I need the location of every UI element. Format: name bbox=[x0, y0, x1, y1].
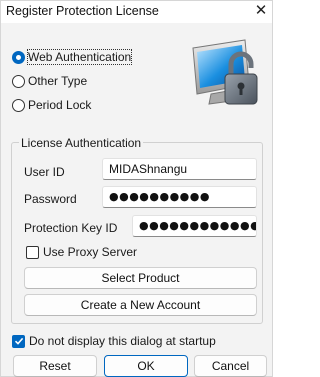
create-account-button[interactable]: Create a New Account bbox=[24, 294, 257, 316]
checkmark-icon bbox=[14, 337, 23, 345]
protection-key-label: Protection Key ID bbox=[24, 221, 118, 235]
radio-button[interactable] bbox=[12, 98, 25, 112]
radio-web-authentication[interactable]: Web Authentication bbox=[12, 49, 133, 65]
title-bar: Register Protection License ✕ bbox=[1, 1, 272, 23]
radio-label-period-lock: Period Lock bbox=[28, 98, 92, 112]
checkbox-box-checked[interactable] bbox=[12, 334, 25, 348]
close-button[interactable]: ✕ bbox=[252, 2, 270, 20]
do-not-display-label: Do not display this dialog at startup bbox=[29, 334, 216, 348]
password-label: Password bbox=[24, 192, 77, 206]
radio-button-checked[interactable] bbox=[12, 50, 25, 64]
cancel-button[interactable]: Cancel bbox=[194, 355, 267, 377]
use-proxy-label: Use Proxy Server bbox=[43, 245, 138, 259]
checkbox-box[interactable] bbox=[26, 245, 39, 259]
radio-label-other-type: Other Type bbox=[28, 74, 88, 88]
password-field[interactable]: ●●●●●●●●●● bbox=[102, 186, 257, 208]
protection-key-field[interactable]: ●●●●●●●●●●●●●●●●● bbox=[132, 215, 257, 237]
radio-label-web-authentication: Web Authentication bbox=[26, 49, 133, 65]
window-title: Register Protection License bbox=[6, 4, 159, 18]
select-product-button[interactable]: Select Product bbox=[24, 267, 257, 289]
close-icon: ✕ bbox=[254, 2, 268, 19]
ok-button[interactable]: OK bbox=[104, 355, 188, 377]
radio-period-lock[interactable]: Period Lock bbox=[12, 97, 91, 113]
group-title: License Authentication bbox=[19, 136, 144, 150]
reset-button[interactable]: Reset bbox=[13, 355, 97, 377]
radio-button[interactable] bbox=[12, 74, 25, 88]
do-not-display-checkbox[interactable]: Do not display this dialog at startup bbox=[12, 333, 216, 349]
use-proxy-checkbox[interactable]: Use Proxy Server bbox=[26, 244, 137, 260]
register-license-dialog: Register Protection License ✕ Web Authen… bbox=[0, 0, 273, 377]
user-id-field[interactable]: MIDAShnangu bbox=[102, 158, 257, 180]
user-id-label: User ID bbox=[24, 165, 65, 179]
radio-other-type[interactable]: Other Type bbox=[12, 73, 87, 89]
monitor-padlock-icon bbox=[187, 34, 267, 114]
